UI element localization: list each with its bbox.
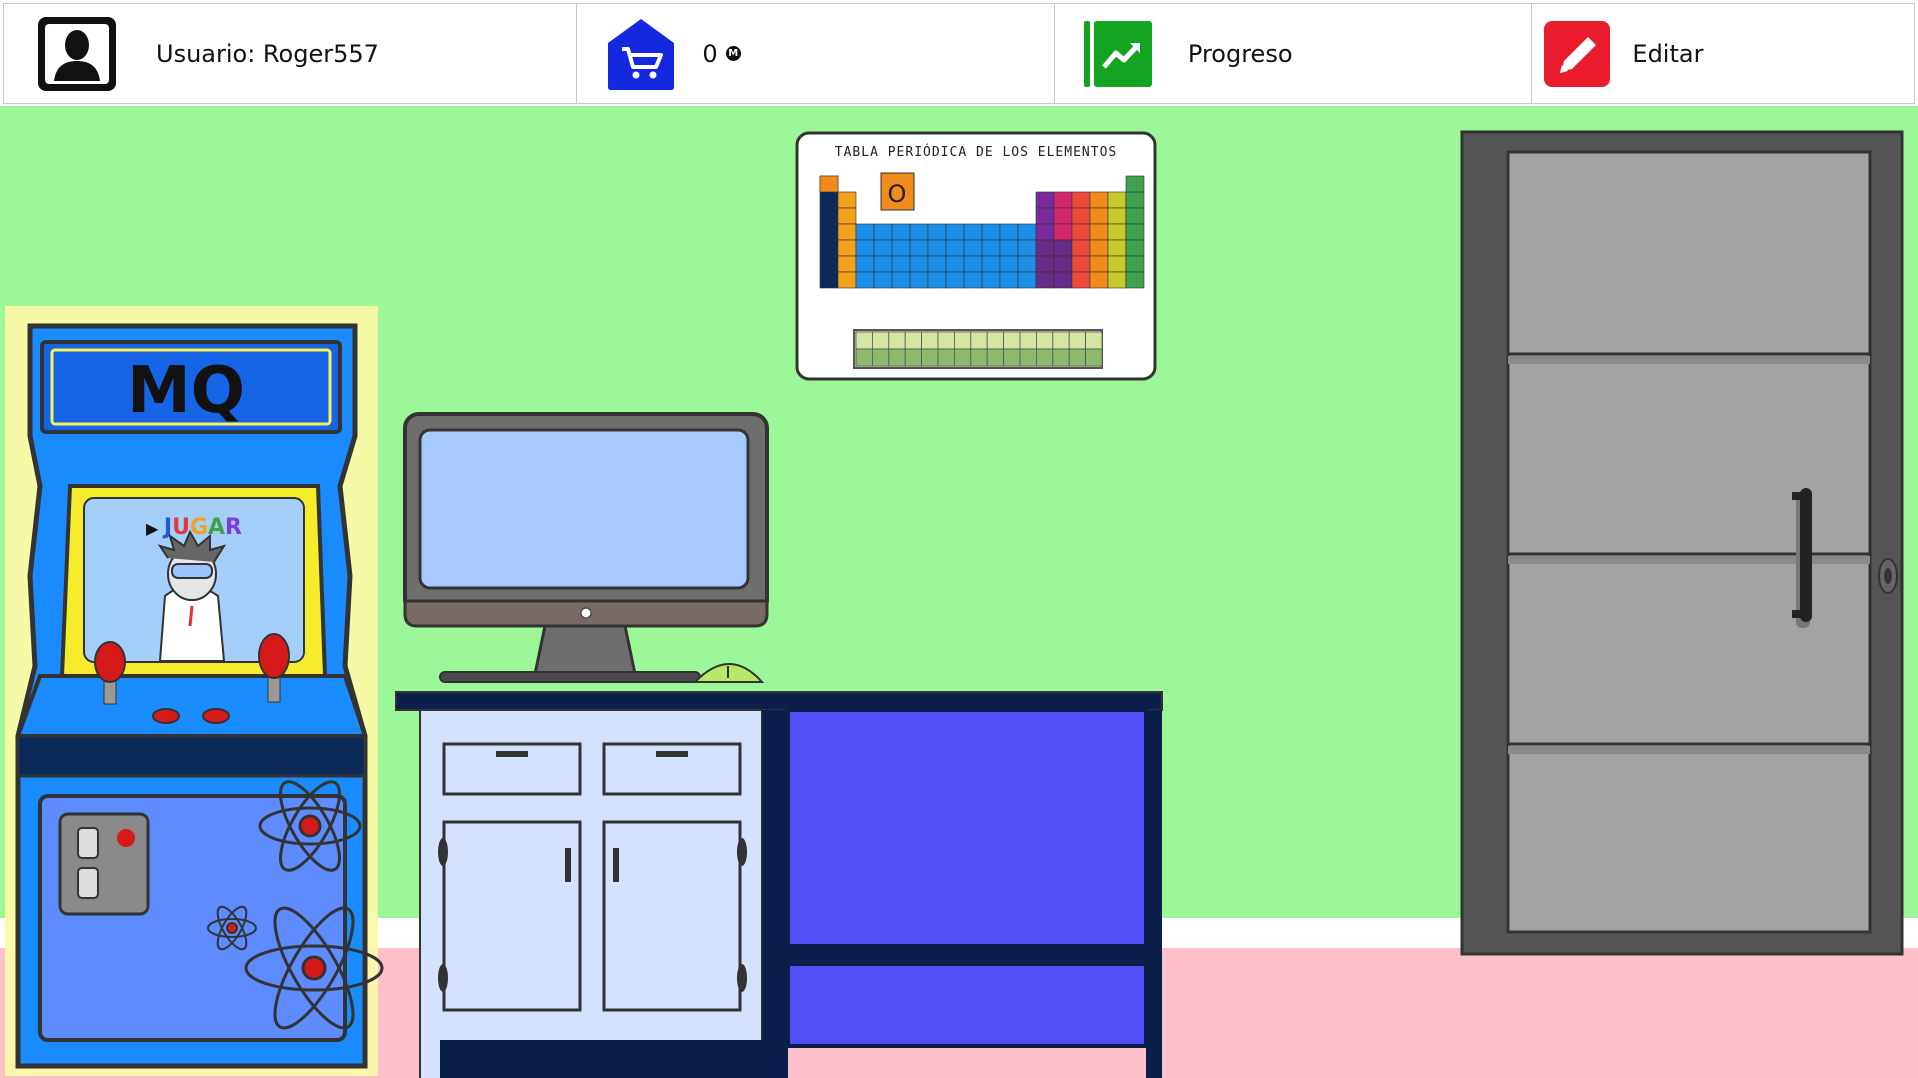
poster-title: TABLA PERIÓDICA DE LOS ELEMENTOS xyxy=(835,144,1117,160)
periodic-table-poster[interactable]: TABLA PERIÓDICA DE LOS ELEMENTOS O xyxy=(795,131,1157,381)
edit-section[interactable]: Editar xyxy=(1532,4,1914,103)
door-lock xyxy=(1878,558,1898,594)
top-bar: Usuario: Roger557 0 M Progreso Editar xyxy=(3,3,1915,104)
desk[interactable] xyxy=(395,691,1163,1078)
svg-text:▶ JUGAR: ▶ JUGAR xyxy=(146,515,242,540)
arcade-machine[interactable]: MQ ▶ JUGAR xyxy=(5,306,384,1076)
edit-label: Editar xyxy=(1632,39,1704,68)
room-scene: TABLA PERIÓDICA DE LOS ELEMENTOS O MQ ▶ … xyxy=(0,106,1918,1078)
highlight-element: O xyxy=(888,180,907,208)
shop-section[interactable]: 0 M xyxy=(577,4,1055,103)
trending-up-icon[interactable] xyxy=(1080,17,1158,91)
progress-section[interactable]: Progreso xyxy=(1055,4,1533,103)
user-section[interactable]: Usuario: Roger557 xyxy=(4,4,578,103)
arcade-marquee-text: MQ xyxy=(127,354,245,428)
shopping-cart-icon[interactable] xyxy=(602,17,680,91)
scientist-character xyxy=(157,529,227,662)
play-label[interactable]: ▶ JUGAR xyxy=(146,515,242,540)
progress-label: Progreso xyxy=(1187,39,1293,68)
username-label: Usuario: Roger557 xyxy=(156,39,379,68)
play-triangle-icon: ▶ xyxy=(146,519,164,538)
coin-balance: 0 xyxy=(702,39,718,68)
door[interactable] xyxy=(1460,130,1904,956)
play-letter: R xyxy=(225,515,242,540)
pencil-icon[interactable] xyxy=(1544,20,1611,87)
coin-icon: M xyxy=(725,46,741,61)
user-silhouette-icon[interactable] xyxy=(38,16,116,91)
